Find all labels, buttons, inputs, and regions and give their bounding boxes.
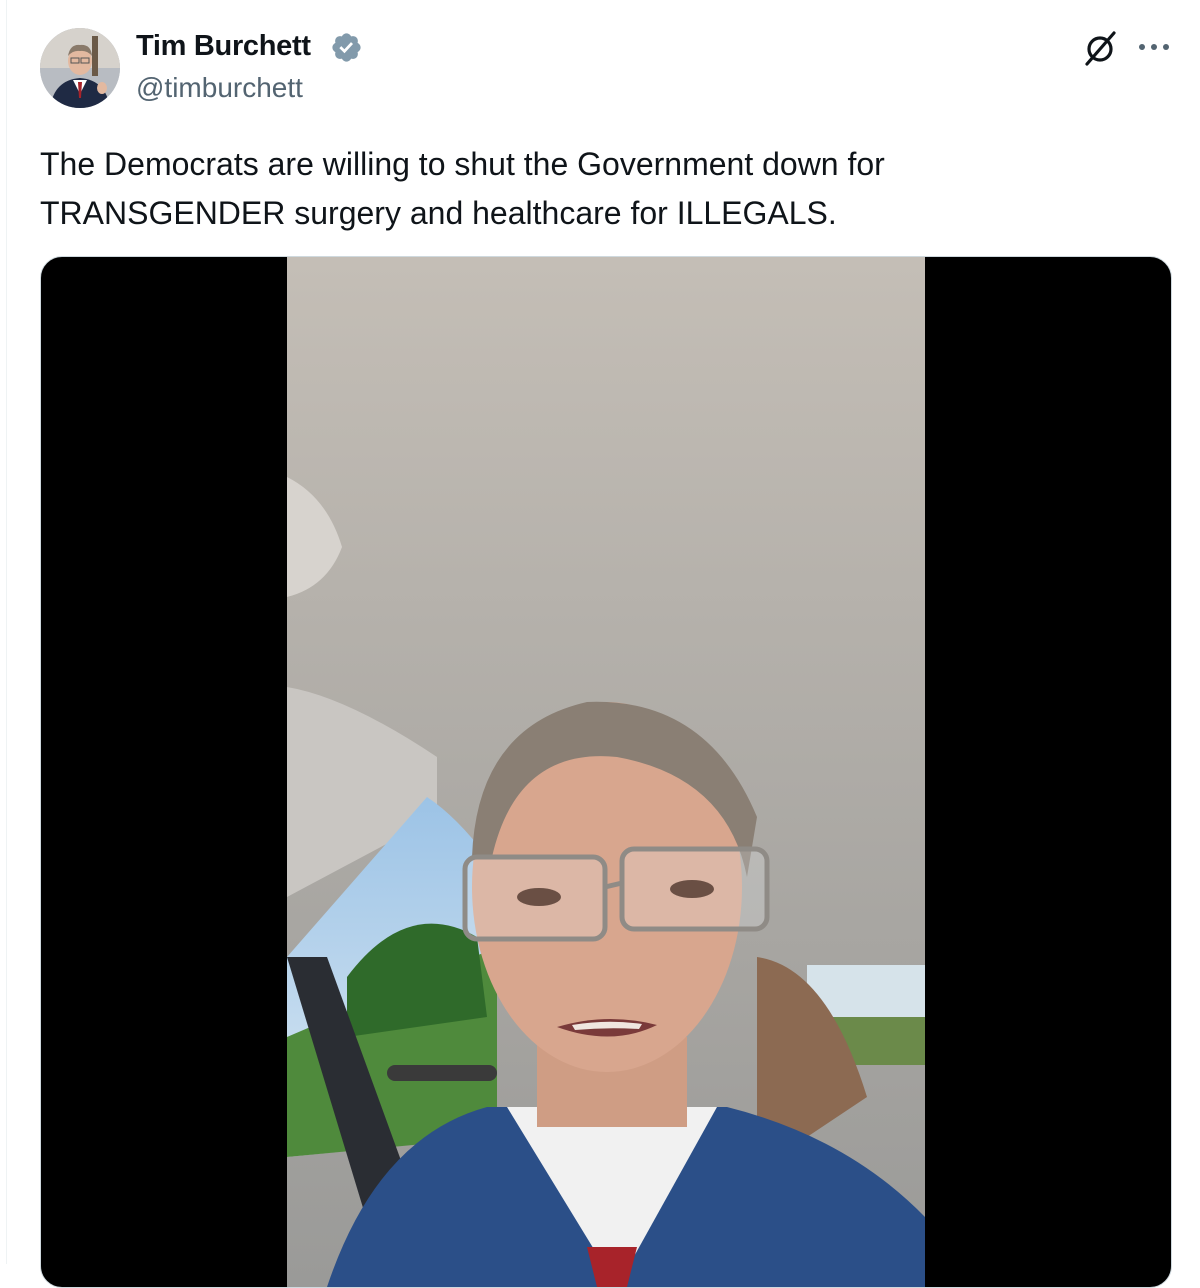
verified-badge-icon[interactable]	[330, 31, 363, 64]
tweet-video[interactable]	[40, 256, 1172, 1288]
tweet-text: The Democrats are willing to shut the Go…	[40, 146, 885, 231]
tweet[interactable]: Tim Burchett @timburchett The Democrats …	[0, 0, 1200, 1288]
author-name[interactable]: Tim Burchett	[136, 30, 311, 63]
more-options-icon[interactable]	[1136, 32, 1172, 62]
video-thumbnail-icon	[287, 257, 925, 1287]
video-thumbnail[interactable]	[287, 257, 925, 1287]
profile-photo-icon	[40, 28, 120, 108]
grok-icon[interactable]	[1080, 28, 1120, 68]
author-handle[interactable]: @timburchett	[136, 72, 303, 104]
author-avatar[interactable]	[40, 28, 120, 108]
